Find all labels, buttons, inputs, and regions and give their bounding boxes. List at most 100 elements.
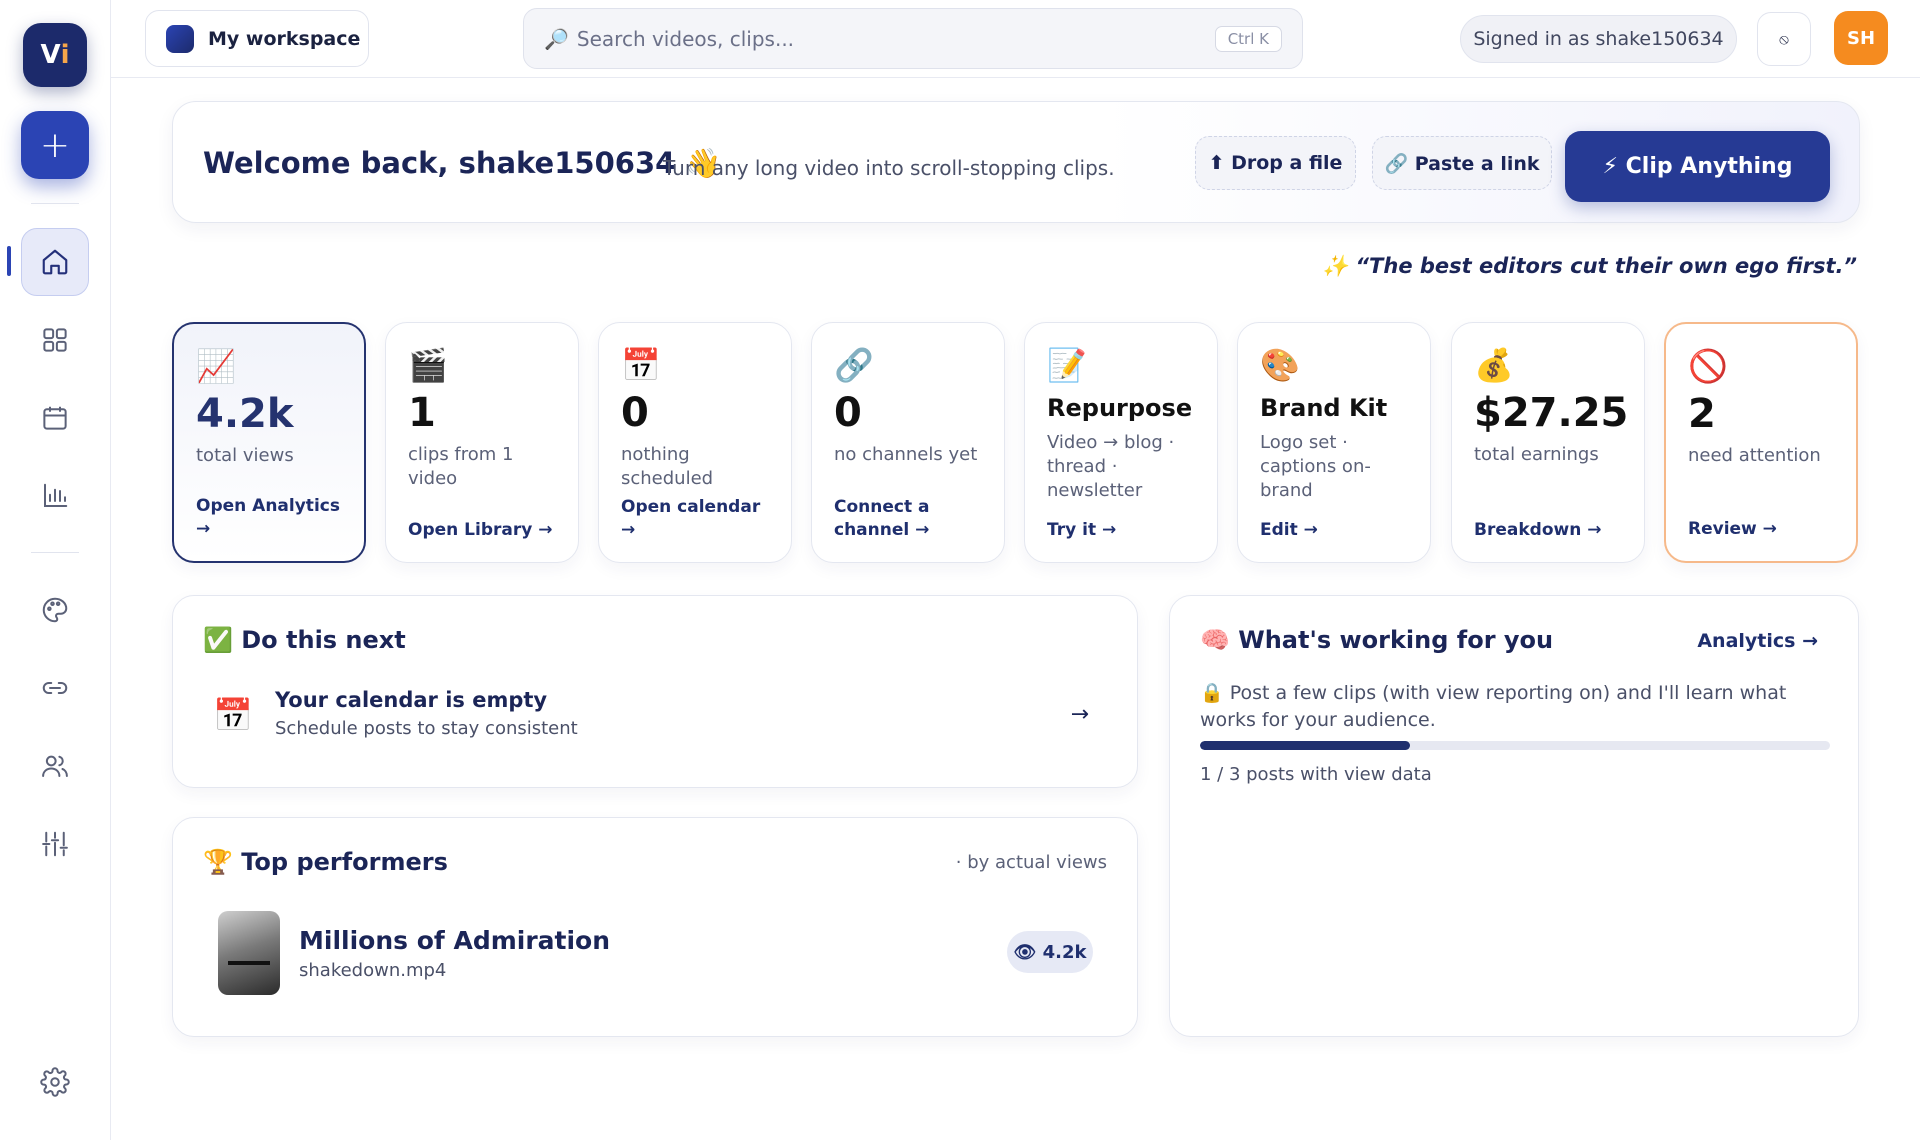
whats-working-panel: 🧠 What's working for you Analytics → 🔒 P… xyxy=(1169,595,1859,1037)
stat-card-clips[interactable]: 🎬 1 clips from 1 video Open Library → xyxy=(385,322,579,563)
search-input[interactable] xyxy=(576,26,1207,51)
panel-title: ✅ Do this next xyxy=(203,626,406,654)
calendar-icon: 📅 xyxy=(213,696,253,734)
stat-value: 4.2k xyxy=(196,391,294,437)
chart-up-icon: 📈 xyxy=(196,347,236,385)
users-icon xyxy=(42,755,68,777)
welcome-subtitle: Turn any long video into scroll-stopping… xyxy=(663,156,1115,180)
breakdown-link[interactable]: Breakdown → xyxy=(1474,519,1624,542)
stat-desc: total earnings xyxy=(1474,444,1599,465)
working-body: 🔒 Post a few clips (with view reporting … xyxy=(1200,682,1787,731)
bar-chart-icon xyxy=(44,483,68,507)
stat-value: $27.25 xyxy=(1474,390,1629,436)
sidebar-divider xyxy=(31,203,79,204)
clip-title: Millions of Admiration xyxy=(299,926,611,955)
calendar-icon: 📅 xyxy=(621,346,661,384)
open-library-link[interactable]: Open Library → xyxy=(408,519,558,542)
search-bar[interactable]: 🔎 Ctrl K xyxy=(523,8,1303,69)
money-bag-icon: 💰 xyxy=(1474,346,1514,384)
panel-title: 🏆 Top performers xyxy=(203,848,448,876)
sidebar-item-brand[interactable] xyxy=(21,576,89,644)
stat-value: Repurpose xyxy=(1047,394,1193,422)
todo-title: Your calendar is empty xyxy=(275,688,548,712)
workspace-icon xyxy=(166,24,194,53)
review-link[interactable]: Review → xyxy=(1688,518,1836,541)
stat-desc: no channels yet xyxy=(834,444,978,465)
sidebar-divider xyxy=(31,552,79,553)
welcome-title: Welcome back, shake150634 👋 xyxy=(203,146,722,180)
views-badge: 👁 4.2k xyxy=(1007,931,1093,973)
topbar: My workspace 🔎 Ctrl K Signed in as shake… xyxy=(111,0,1920,78)
stat-desc: total views xyxy=(196,445,294,466)
sidebar-item-library[interactable] xyxy=(21,306,89,374)
palette-icon xyxy=(42,597,68,623)
progress-caption: 1 / 3 posts with view data xyxy=(1200,764,1432,785)
connect-channel-link[interactable]: Connect a channel → xyxy=(834,496,984,542)
sidebar-item-calendar[interactable] xyxy=(21,384,89,452)
memo-icon: 📝 xyxy=(1047,346,1087,384)
clip-filename: shakedown.mp4 xyxy=(299,960,447,981)
signed-in-badge: Signed in as shake150634 xyxy=(1460,15,1737,63)
sidebar-item-team[interactable] xyxy=(21,732,89,800)
stat-value: 0 xyxy=(834,390,862,436)
calendar-icon xyxy=(43,406,67,430)
do-this-next-panel: ✅ Do this next 📅 Your calendar is empty … xyxy=(172,595,1138,788)
home-icon xyxy=(42,249,68,275)
sliders-icon xyxy=(42,831,68,857)
sidebar: Vi + xyxy=(0,0,111,1140)
palette-icon: 🎨 xyxy=(1260,346,1300,384)
prohibited-icon: 🚫 xyxy=(1688,347,1728,385)
daily-quote: ✨ “The best editors cut their own ego fi… xyxy=(1322,254,1857,278)
link-icon: 🔗 xyxy=(834,346,874,384)
stat-desc: clips from 1 video xyxy=(408,444,514,489)
no-symbol-icon: ⦸ xyxy=(1779,30,1789,48)
stat-value: 0 xyxy=(621,390,649,436)
stat-card-repurpose[interactable]: 📝 Repurpose Video → blog · thread · news… xyxy=(1024,322,1218,563)
search-shortcut: Ctrl K xyxy=(1214,25,1282,52)
search-icon: 🔎 xyxy=(544,26,569,51)
grid-icon xyxy=(43,328,67,352)
stat-value: 1 xyxy=(408,390,436,436)
stat-card-brand-kit[interactable]: 🎨 Brand Kit Logo set · captions on-brand… xyxy=(1237,322,1431,563)
analytics-link[interactable]: Analytics → xyxy=(1697,630,1818,652)
open-calendar-link[interactable]: Open calendar → xyxy=(621,496,771,542)
stat-card-scheduled[interactable]: 📅 0 nothing scheduled Open calendar → xyxy=(598,322,792,563)
progress-fill xyxy=(1200,741,1410,750)
workspace-switcher[interactable]: My workspace xyxy=(145,10,369,67)
todo-subtitle: Schedule posts to stay consistent xyxy=(275,718,578,739)
panel-title: 🧠 What's working for you xyxy=(1200,626,1554,654)
stat-card-earnings[interactable]: 💰 $27.25 total earnings Breakdown → xyxy=(1451,322,1645,563)
avatar[interactable]: SH xyxy=(1834,11,1888,65)
stat-desc: need attention xyxy=(1688,445,1821,466)
video-thumbnail xyxy=(218,911,280,995)
stat-desc: Logo set · captions on-brand xyxy=(1260,432,1371,501)
stat-card-channels[interactable]: 🔗 0 no channels yet Connect a channel → xyxy=(811,322,1005,563)
active-indicator xyxy=(7,246,11,276)
arrow-right-icon[interactable]: → xyxy=(1071,702,1089,727)
progress-bar xyxy=(1200,741,1830,750)
sidebar-item-home[interactable] xyxy=(21,228,89,296)
edit-link[interactable]: Edit → xyxy=(1260,519,1410,542)
todo-item[interactable]: 📅 Your calendar is empty Schedule posts … xyxy=(213,686,1097,746)
open-analytics-link[interactable]: Open Analytics → xyxy=(196,495,344,541)
clip-anything-button[interactable]: ⚡ Clip Anything xyxy=(1565,131,1830,202)
sidebar-item-settings[interactable] xyxy=(21,1048,89,1116)
welcome-banner: Welcome back, shake150634 👋 Turn any lon… xyxy=(172,101,1860,223)
stat-card-attention[interactable]: 🚫 2 need attention Review → xyxy=(1664,322,1858,563)
sidebar-item-analytics[interactable] xyxy=(21,462,89,530)
new-project-button[interactable]: + xyxy=(21,111,89,179)
gear-icon xyxy=(40,1067,70,1097)
paste-link-button[interactable]: 🔗 Paste a link xyxy=(1372,136,1552,190)
theme-toggle-button[interactable]: ⦸ xyxy=(1757,12,1811,66)
clapper-icon: 🎬 xyxy=(408,346,448,384)
sidebar-item-links[interactable] xyxy=(21,654,89,722)
sidebar-item-tuning[interactable] xyxy=(21,810,89,878)
stat-card-views[interactable]: 📈 4.2k total views Open Analytics → xyxy=(172,322,366,563)
drop-file-button[interactable]: ⬆ Drop a file xyxy=(1195,136,1356,190)
stat-value: 2 xyxy=(1688,391,1716,437)
app-logo[interactable]: Vi xyxy=(23,23,87,87)
sort-note: · by actual views xyxy=(955,852,1107,873)
stat-desc: Video → blog · thread · newsletter xyxy=(1047,432,1175,501)
try-it-link[interactable]: Try it → xyxy=(1047,519,1197,542)
top-performers-panel: 🏆 Top performers · by actual views Milli… xyxy=(172,817,1138,1037)
